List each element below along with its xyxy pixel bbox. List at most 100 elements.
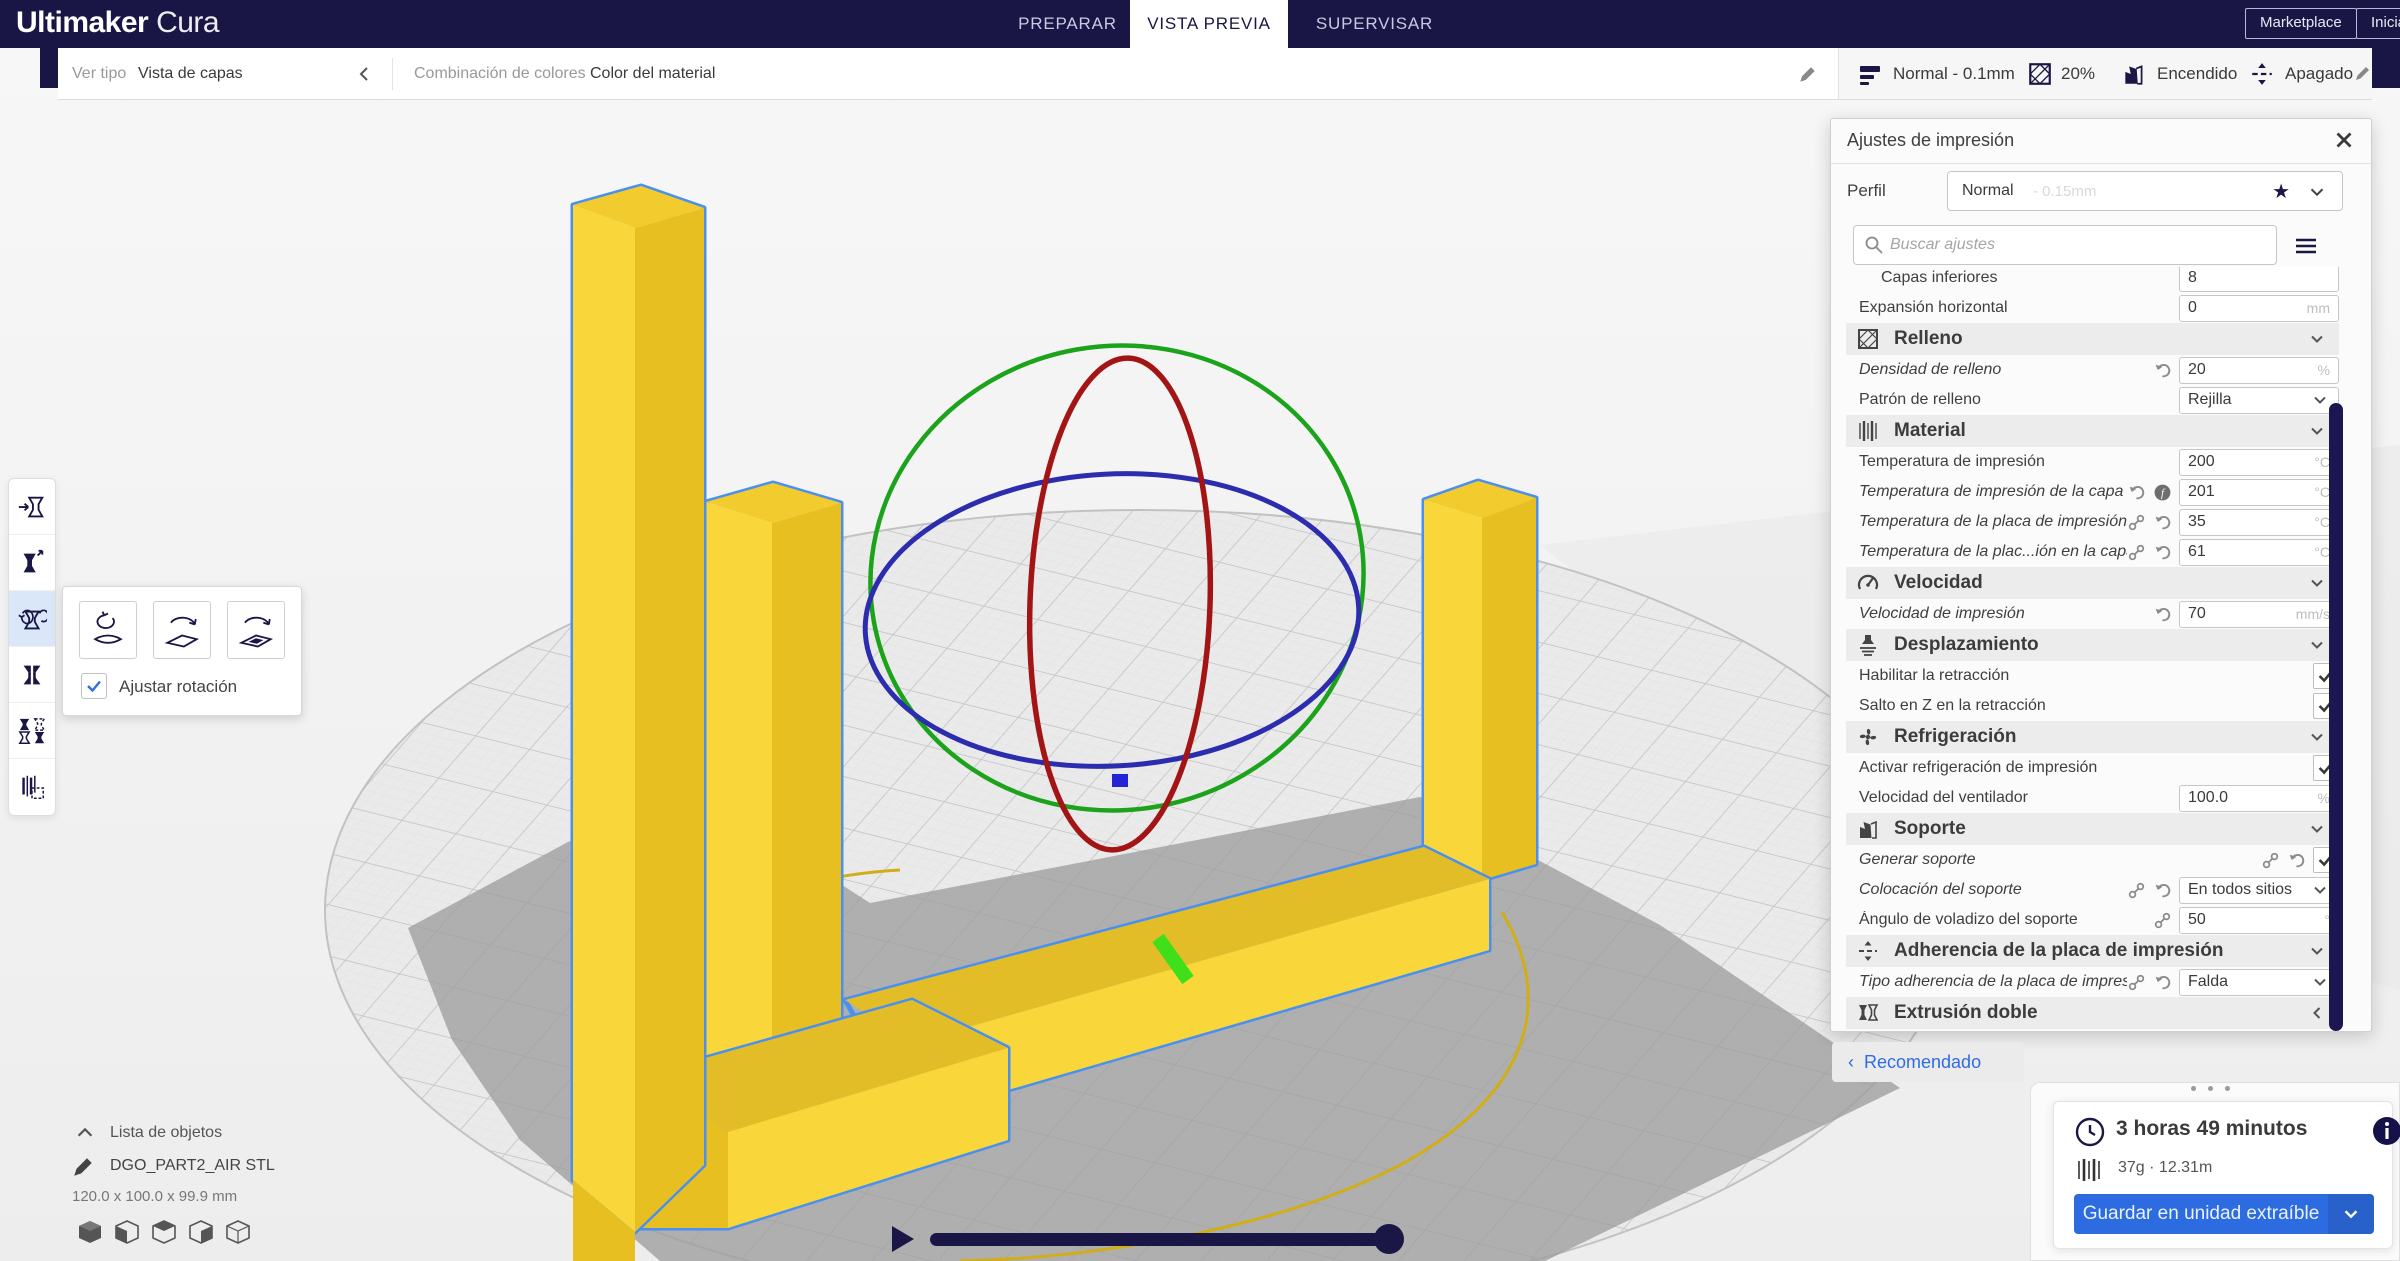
cube-front-icon[interactable] xyxy=(113,1218,141,1246)
star-icon[interactable]: ★ xyxy=(2272,179,2290,204)
setting-dropdown[interactable]: En todos sitios xyxy=(2179,876,2339,904)
tool-rotate[interactable] xyxy=(9,591,55,647)
setting-row-colocacion-del-soporte[interactable]: Colocación del soporte En todos sitios xyxy=(1831,875,2373,905)
panel-drag-handle[interactable] xyxy=(2191,1086,2230,1091)
collapse-chevron-icon[interactable] xyxy=(354,64,374,84)
setting-row-angulo-de-voladizo-del-soporte[interactable]: Ángulo de voladizo del soporte 50 ° xyxy=(1831,905,2373,935)
check-icon xyxy=(87,680,101,693)
setting-value-field[interactable]: 8 xyxy=(2179,267,2339,292)
setting-row-temperatura-de-impresion[interactable]: Temperatura de impresión 200 °C xyxy=(1831,447,2373,477)
tab-supervisar[interactable]: SUPERVISAR xyxy=(1312,0,1437,48)
reset-rotation-button[interactable] xyxy=(79,601,137,659)
recommended-mode-button[interactable]: ‹ Recomendado xyxy=(1832,1042,2024,1082)
object-name: DGO_PART2_AIR STL xyxy=(110,1157,275,1174)
object-list-toggle[interactable]: Lista de objetos xyxy=(74,1122,222,1144)
lay-flat-button[interactable] xyxy=(153,601,211,659)
signin-button[interactable]: Iniciar sesión xyxy=(2356,8,2400,39)
setting-row-activar-refrigeracion-de-impresion[interactable]: Activar refrigeración de impresión xyxy=(1831,753,2373,783)
setting-row-expansion-horizontal[interactable]: Expansión horizontal 0 mm xyxy=(1831,293,2373,323)
link-icon xyxy=(2127,513,2146,532)
snap-rotation-checkbox[interactable] xyxy=(81,673,107,699)
settings-section-material[interactable]: Material xyxy=(1846,415,2339,447)
settings-section-extrusion-doble[interactable]: Extrusión doble xyxy=(1846,997,2339,1029)
revert-icon[interactable] xyxy=(2153,361,2172,380)
setting-value-field[interactable]: 201 °C xyxy=(2179,478,2339,506)
chevron-down-icon xyxy=(2307,819,2327,839)
setting-row-velocidad-de-impresion[interactable]: Velocidad de impresión 70 mm/s xyxy=(1831,599,2373,629)
settings-section-relleno[interactable]: Relleno xyxy=(1846,323,2339,355)
material-estimate: 37g · 12.31m xyxy=(2118,1159,2213,1176)
setting-row-temperatura-de-impresion-de-la-capa-inicial[interactable]: Temperatura de impresión de la capa inic… xyxy=(1831,477,2373,507)
tool-move[interactable] xyxy=(9,479,55,535)
tab-vista-previa[interactable]: VISTA PREVIA xyxy=(1130,0,1288,48)
rotate-tool-popup: Ajustar rotación xyxy=(62,586,302,716)
setting-row-salto-en-z-en-la-retraccion[interactable]: Salto en Z en la retracción xyxy=(1831,691,2373,721)
tool-mirror[interactable] xyxy=(9,647,55,703)
setting-value-field[interactable]: 70 mm/s xyxy=(2179,600,2339,628)
tool-support-blocker[interactable] xyxy=(9,759,55,815)
cube-solid-icon[interactable] xyxy=(76,1218,104,1246)
setting-value-field[interactable]: 100.0% xyxy=(2179,784,2339,812)
setting-row-tipo-adherencia-de-la-placa-de-impresion[interactable]: Tipo adherencia de la placa de impresión… xyxy=(1831,967,2373,997)
snap-rotation-label: Ajustar rotación xyxy=(119,677,238,696)
setting-value-field[interactable]: 50 ° xyxy=(2179,906,2339,934)
setting-dropdown[interactable]: Rejilla xyxy=(2179,386,2339,414)
setting-row-temperatura-de-la-placa-de-impresion[interactable]: Temperatura de la placa de impresión 35 °C xyxy=(1831,507,2373,537)
color-scheme-value[interactable]: Color del material xyxy=(590,65,715,83)
gizmo-blue-handle xyxy=(1112,774,1128,787)
save-to-removable-button[interactable]: Guardar en unidad extraíble xyxy=(2074,1194,2374,1234)
tool-scale[interactable] xyxy=(9,535,55,591)
clock-icon xyxy=(2075,1117,2105,1147)
setting-value-field[interactable]: 200 °C xyxy=(2179,448,2339,476)
settings-section-desplazamiento[interactable]: Desplazamiento xyxy=(1846,629,2339,661)
marketplace-button[interactable]: Marketplace xyxy=(2245,8,2357,39)
save-options-chevron[interactable] xyxy=(2328,1194,2374,1234)
settings-section-adherencia-de-la-placa-de-impresion[interactable]: Adherencia de la placa de impresión xyxy=(1846,935,2339,967)
revert-icon[interactable] xyxy=(2153,973,2172,992)
pencil-icon[interactable] xyxy=(1798,64,1818,84)
setting-value-field[interactable]: 35 °C xyxy=(2179,508,2339,536)
settings-section-velocidad[interactable]: Velocidad xyxy=(1846,567,2339,599)
align-face-button[interactable] xyxy=(227,601,285,659)
link-icon xyxy=(2153,911,2172,930)
setting-dropdown[interactable]: Falda xyxy=(2179,968,2339,996)
cube-outline-icon[interactable] xyxy=(224,1218,252,1246)
setting-value-field[interactable]: 0 mm xyxy=(2179,294,2339,322)
play-button[interactable] xyxy=(888,1224,916,1254)
layer-playback-slider[interactable] xyxy=(930,1233,1392,1246)
edit-pencil-icon[interactable] xyxy=(2353,63,2373,83)
settings-section-soporte[interactable]: Soporte xyxy=(1846,813,2339,845)
object-item[interactable]: DGO_PART2_AIR STL xyxy=(72,1154,275,1178)
revert-icon[interactable] xyxy=(2153,605,2172,624)
playback-slider-handle[interactable] xyxy=(1374,1224,1404,1254)
setting-row-generar-soporte[interactable]: Generar soporte xyxy=(1831,845,2373,875)
setting-value-field[interactable]: 61 °C xyxy=(2179,538,2339,566)
print-settings-summary[interactable]: Normal - 0.1mm 20% Encendido Apagado xyxy=(1838,48,2372,99)
cube-top-icon[interactable] xyxy=(150,1218,178,1246)
profile-dropdown[interactable]: Normal - 0.15mm ★ xyxy=(1947,171,2343,211)
tab-preparar[interactable]: PREPARAR xyxy=(1005,0,1130,48)
settings-section-refrigeracion[interactable]: Refrigeración xyxy=(1846,721,2339,753)
setting-row-habilitar-la-retraccion[interactable]: Habilitar la retracción xyxy=(1831,661,2373,691)
revert-icon[interactable] xyxy=(2153,513,2172,532)
search-input[interactable] xyxy=(1890,226,2270,264)
revert-icon[interactable] xyxy=(2153,881,2172,900)
object-dimensions: 120.0 x 100.0 x 99.9 mm xyxy=(72,1188,238,1205)
setting-row-temperatura-de-la-plac-ion-en-la-capa-inicial[interactable]: Temperatura de la plac...ión en la capa … xyxy=(1831,537,2373,567)
tool-per-model-settings[interactable] xyxy=(9,703,55,759)
setting-row-patron-de-relleno[interactable]: Patrón de relleno Rejilla xyxy=(1831,385,2373,415)
revert-icon[interactable] xyxy=(2287,851,2306,870)
setting-value-field[interactable]: 20% xyxy=(2179,356,2339,384)
view-type-value[interactable]: Vista de capas xyxy=(138,65,243,83)
setting-row-densidad-de-relleno[interactable]: Densidad de relleno 20% xyxy=(1831,355,2373,385)
setting-row-capas-inferiores[interactable]: Capas inferiores 8 xyxy=(1831,267,2373,293)
revert-icon[interactable] xyxy=(2127,483,2146,502)
settings-scrollbar[interactable] xyxy=(2329,403,2343,1031)
cube-left-icon[interactable] xyxy=(187,1218,215,1246)
info-icon[interactable] xyxy=(2372,1116,2400,1146)
close-icon[interactable] xyxy=(2331,127,2357,153)
revert-icon[interactable] xyxy=(2153,543,2172,562)
setting-row-velocidad-del-ventilador[interactable]: Velocidad del ventilador 100.0% xyxy=(1831,783,2373,813)
settings-menu-icon[interactable] xyxy=(2293,233,2319,259)
summary-infill: 20% xyxy=(2061,64,2096,83)
